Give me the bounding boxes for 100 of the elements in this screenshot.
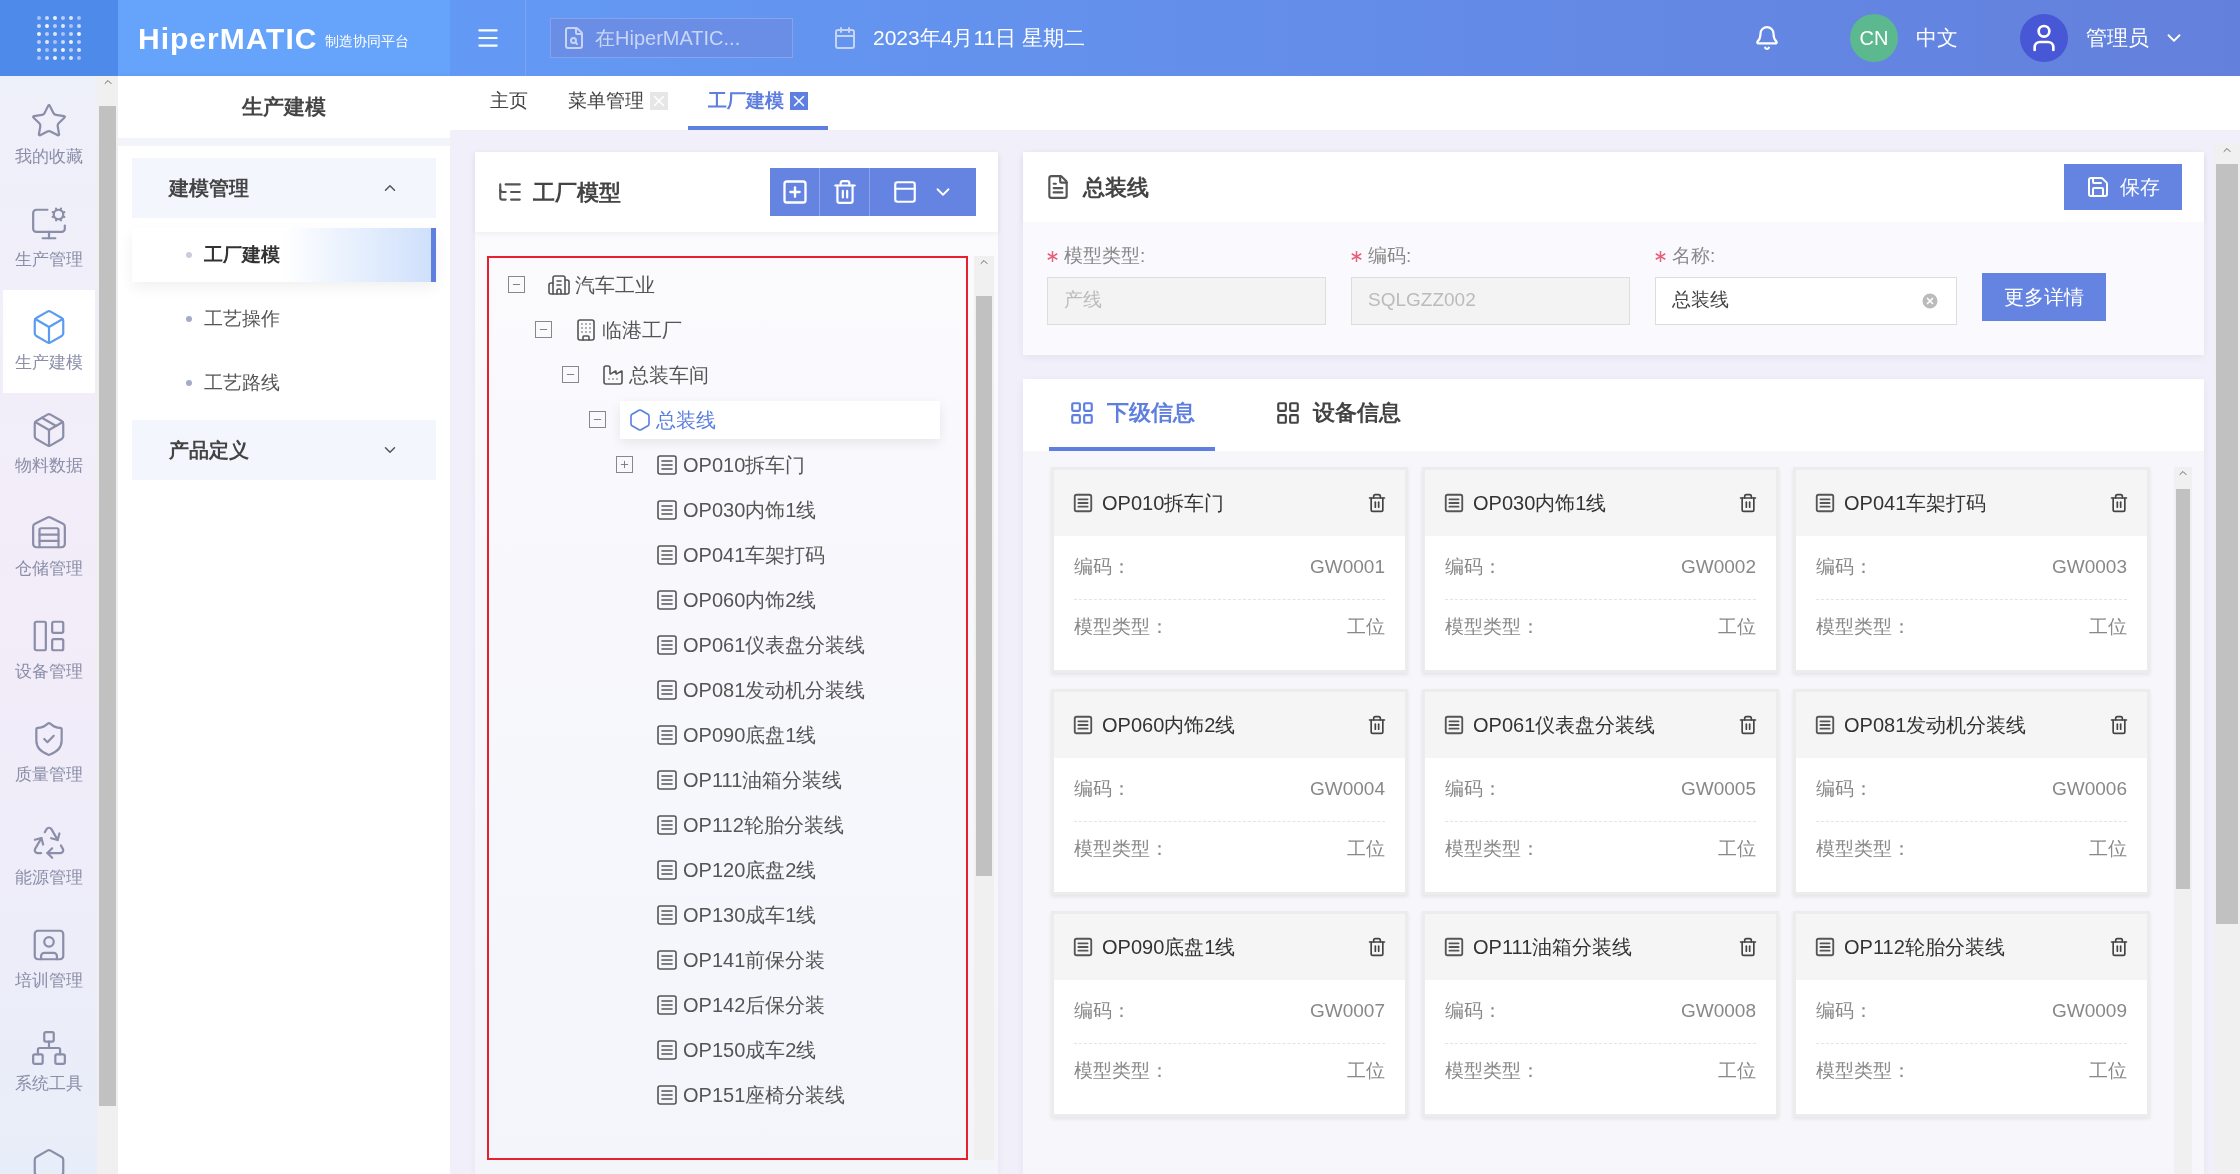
field-label: 模型类型：: [1816, 615, 1911, 640]
menu-item[interactable]: 工艺路线: [132, 356, 436, 410]
station-icon: [655, 452, 679, 477]
child-card[interactable]: OP081发动机分装线 编码： GW0006 模型类型： 工位: [1793, 688, 2150, 895]
field-label: 模型类型：: [1074, 837, 1169, 862]
station-icon: [655, 1082, 679, 1107]
clear-icon[interactable]: [1920, 290, 1940, 311]
tree-node[interactable]: OP141前保分装: [647, 940, 826, 979]
field-label: 编码：: [1445, 998, 1502, 1023]
scrollbar[interactable]: [2214, 144, 2240, 1174]
delete-icon[interactable]: [2109, 492, 2129, 513]
tree-node[interactable]: OP060内饰2线: [647, 580, 817, 619]
child-card[interactable]: OP030内饰1线 编码： GW0002 模型类型： 工位: [1422, 466, 1779, 673]
tree-node[interactable]: 总装线: [620, 400, 940, 439]
child-card[interactable]: OP060内饰2线 编码： GW0004 模型类型： 工位: [1051, 688, 1408, 895]
delete-icon[interactable]: [1738, 936, 1758, 957]
card-title: OP060内饰2线: [1102, 712, 1237, 738]
tree-node[interactable]: OP112轮胎分装线: [647, 805, 844, 844]
field-label: 模型类型：: [1445, 837, 1540, 862]
more-details-button[interactable]: 更多详情: [1982, 272, 2106, 321]
logo-subtitle: 制造协同平台: [325, 31, 410, 51]
station-icon: [655, 992, 679, 1017]
search-icon: [562, 26, 586, 50]
delete-icon[interactable]: [2109, 714, 2129, 735]
detail-title: 总装线: [1083, 173, 1149, 202]
menu-item[interactable]: 工艺操作: [132, 292, 436, 346]
tree-node[interactable]: OP151座椅分装线: [647, 1075, 846, 1114]
station-icon: [655, 587, 679, 612]
tree-node[interactable]: 临港工厂: [566, 310, 682, 349]
child-card[interactable]: OP111油箱分装线 编码： GW0008 模型类型： 工位: [1422, 910, 1779, 1117]
scrollbar[interactable]: [974, 256, 994, 1160]
card-title: OP111油箱分装线: [1473, 934, 1634, 960]
delete-icon[interactable]: [1738, 714, 1758, 735]
field-label: 编码：: [1074, 776, 1131, 801]
tree-node[interactable]: OP130成车1线: [647, 895, 817, 934]
expand-toggle[interactable]: [615, 456, 633, 473]
field-label: 名称:: [1672, 244, 1716, 268]
collapse-toggle[interactable]: [507, 276, 525, 293]
close-icon[interactable]: [790, 92, 808, 110]
tree-node[interactable]: OP090底盘1线: [647, 715, 817, 754]
delete-icon[interactable]: [1367, 492, 1387, 513]
menu-group[interactable]: 产品定义: [132, 420, 436, 480]
content-tab[interactable]: 设备信息: [1255, 378, 1421, 451]
tree-node[interactable]: 总装车间: [593, 355, 709, 394]
page-tab[interactable]: 工厂建模: [688, 76, 828, 130]
field-value: 工位: [1718, 615, 1756, 640]
tree-node[interactable]: OP150成车2线: [647, 1030, 817, 1069]
document-icon: [1045, 174, 1071, 200]
child-card[interactable]: OP010拆车门 编码： GW0001 模型类型： 工位: [1051, 466, 1408, 673]
field-label: 模型类型：: [1445, 1059, 1540, 1084]
logo: HiperMATIC: [138, 20, 318, 57]
tree-node[interactable]: OP061仪表盘分装线: [647, 625, 866, 664]
panel-icon: [892, 179, 918, 205]
date-text: 2023年4月11日 星期二: [873, 25, 1086, 52]
delete-icon[interactable]: [1738, 492, 1758, 513]
page-tab[interactable]: 菜单管理: [548, 76, 688, 130]
menu-item[interactable]: 工厂建模: [132, 228, 436, 282]
text-field[interactable]: 总装线: [1655, 276, 1957, 325]
search-field[interactable]: 在HiperMATIC...: [550, 18, 793, 58]
card-title: OP081发动机分装线: [1844, 712, 2028, 738]
station-icon: [1443, 491, 1465, 514]
tree-node[interactable]: OP010拆车门: [647, 445, 806, 484]
tree-node[interactable]: OP120底盘2线: [647, 850, 817, 889]
field-value: 工位: [2089, 615, 2127, 640]
delete-icon[interactable]: [1367, 714, 1387, 735]
tree-node[interactable]: OP041车架打码: [647, 535, 826, 574]
factory-building-icon: [574, 317, 598, 342]
tree-node[interactable]: 汽车工业: [539, 265, 655, 304]
field-value: 工位: [1347, 837, 1385, 862]
page-tab[interactable]: 主页: [470, 76, 548, 130]
menu-group[interactable]: 建模管理: [132, 158, 436, 218]
child-card[interactable]: OP090底盘1线 编码： GW0007 模型类型： 工位: [1051, 910, 1408, 1117]
save-button[interactable]: 保存: [2064, 164, 2182, 210]
scrollbar[interactable]: [2174, 466, 2192, 1174]
station-icon: [1072, 713, 1094, 736]
delete-icon[interactable]: [2109, 936, 2129, 957]
notification-icon[interactable]: [1754, 25, 1780, 51]
factory-icon: [601, 362, 625, 387]
tree-node[interactable]: OP081发动机分装线: [647, 670, 866, 709]
child-card[interactable]: OP112轮胎分装线 编码： GW0009 模型类型： 工位: [1793, 910, 2150, 1117]
save-icon: [2086, 175, 2110, 199]
card-title: OP041车架打码: [1844, 490, 1988, 516]
collapse-toggle[interactable]: [561, 366, 579, 383]
station-icon: [1072, 491, 1094, 514]
child-card[interactable]: OP061仪表盘分装线 编码： GW0005 模型类型： 工位: [1422, 688, 1779, 895]
add-icon: [780, 178, 809, 206]
collapse-toggle[interactable]: [588, 411, 606, 428]
user-name[interactable]: 管理员: [2086, 22, 2149, 54]
field-label: 编码:: [1368, 244, 1412, 268]
field-value: GW0002: [1681, 554, 1756, 579]
tree-node[interactable]: OP142后保分装: [647, 985, 826, 1024]
scrollbar[interactable]: [97, 76, 118, 1174]
app-launcher-icon[interactable]: [0, 0, 118, 76]
tree-node[interactable]: OP111油箱分装线: [647, 760, 843, 799]
language-label[interactable]: 中文: [1916, 22, 1958, 54]
field-value: GW0007: [1310, 998, 1385, 1023]
collapse-toggle[interactable]: [534, 321, 552, 338]
child-card[interactable]: OP041车架打码 编码： GW0003 模型类型： 工位: [1793, 466, 2150, 673]
tree-node[interactable]: OP030内饰1线: [647, 490, 817, 529]
delete-icon[interactable]: [1367, 936, 1387, 957]
